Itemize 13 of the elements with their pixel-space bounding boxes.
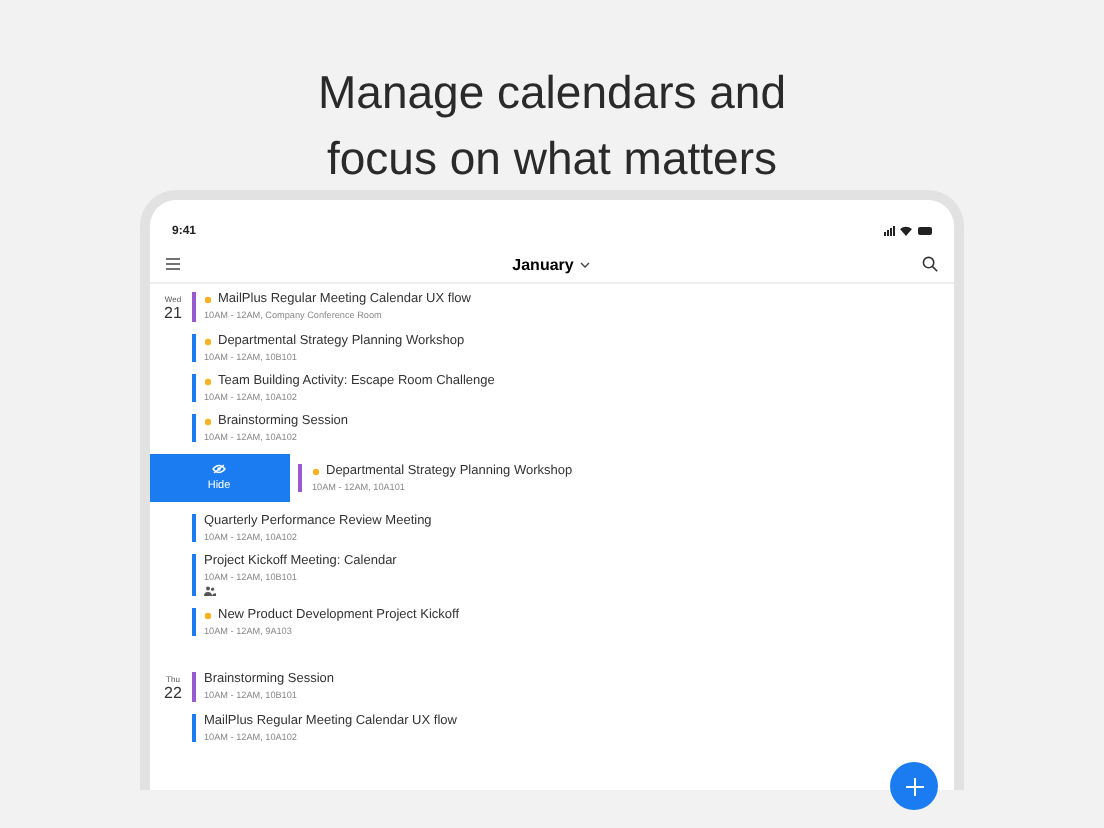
caret-icon: [579, 261, 590, 267]
day-number: 22: [164, 684, 182, 702]
people-icon: [204, 586, 216, 596]
day-number: 21: [164, 304, 182, 322]
plus-icon: [905, 777, 923, 795]
eye-off-icon: [212, 464, 226, 474]
menu-icon[interactable]: [166, 258, 180, 270]
headline: Manage calendars and: [318, 64, 786, 122]
search-icon[interactable]: [922, 256, 938, 272]
add-button[interactable]: [890, 762, 938, 810]
status-icons: [884, 226, 934, 236]
headline: focus on what matters: [327, 130, 777, 188]
month-dropdown[interactable]: January: [512, 255, 590, 273]
